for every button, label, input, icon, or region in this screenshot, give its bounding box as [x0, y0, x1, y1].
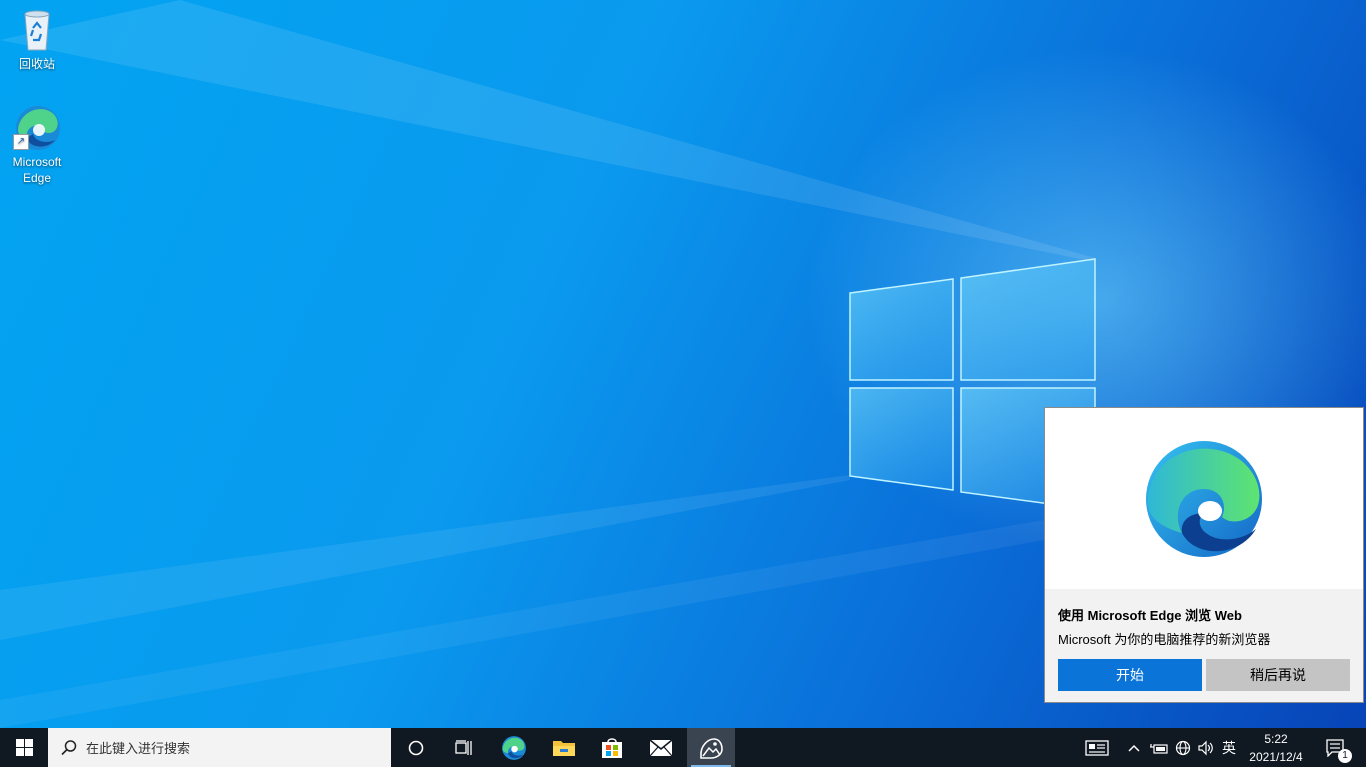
tray-clock[interactable]: 5:22 2021/12/4: [1240, 730, 1312, 766]
cortana-icon: [408, 740, 424, 755]
store-icon: [602, 737, 622, 758]
notification-count-badge: 1: [1338, 749, 1352, 763]
toast-subtitle: Microsoft 为你的电脑推荐的新浏览器: [1058, 632, 1271, 647]
taskbar: 在此键入进行搜索 英 5:22 2021/12/4 1: [0, 728, 1366, 767]
desktop-icon-label: Microsoft Edge: [12, 155, 62, 185]
later-button[interactable]: 稍后再说: [1206, 659, 1350, 691]
task-view-icon: [455, 739, 472, 755]
start-icon: [15, 739, 33, 756]
tray-power[interactable]: [1148, 728, 1170, 767]
edge-icon: [502, 735, 526, 760]
file-explorer-icon: [553, 740, 575, 756]
network-globe-icon: [1175, 740, 1191, 755]
tray-volume[interactable]: [1195, 728, 1217, 767]
action-center-button[interactable]: 1: [1318, 728, 1354, 767]
photos-icon: [700, 737, 723, 759]
tray-overflow[interactable]: [1124, 728, 1144, 767]
volume-icon: [1198, 740, 1213, 755]
desktop-icon-edge[interactable]: ↗ Microsoft Edge: [0, 104, 74, 186]
taskbar-search[interactable]: 在此键入进行搜索: [48, 728, 391, 767]
taskbar-photos[interactable]: [687, 728, 735, 767]
desktop-icon-recycle-bin[interactable]: 回收站: [0, 6, 74, 72]
edge-icon: ↗: [13, 104, 61, 152]
toast-title: 使用 Microsoft Edge 浏览 Web: [1058, 608, 1242, 623]
edge-promo-toast[interactable]: 使用 Microsoft Edge 浏览 Web Microsoft 为你的电脑…: [1044, 407, 1364, 703]
start-button[interactable]: [0, 728, 48, 767]
clock-date: 2021/12/4: [1249, 750, 1303, 764]
recycle-bin-icon: [13, 6, 61, 54]
power-icon: [1150, 743, 1168, 754]
toast-hero: [1045, 408, 1363, 589]
cortana-button[interactable]: [393, 728, 439, 767]
chevron-up-icon: [1128, 744, 1140, 752]
shortcut-arrow-icon: ↗: [13, 134, 29, 150]
search-placeholder: 在此键入进行搜索: [86, 741, 191, 756]
desktop-icon-label: 回收站: [18, 57, 55, 71]
clock-time: 5:22: [1264, 732, 1288, 746]
task-view-button[interactable]: [441, 728, 487, 767]
ime-indicator[interactable]: 英: [1218, 728, 1240, 767]
news-icon: [1085, 739, 1109, 756]
tray-news[interactable]: [1082, 728, 1112, 767]
edge-logo-icon: [1146, 440, 1262, 557]
search-icon: [61, 739, 77, 755]
taskbar-file-explorer[interactable]: [541, 728, 587, 767]
tray-network[interactable]: [1172, 728, 1194, 767]
start-button[interactable]: 开始: [1058, 659, 1202, 691]
mail-icon: [649, 738, 673, 756]
taskbar-store[interactable]: [589, 728, 635, 767]
taskbar-mail[interactable]: [638, 728, 684, 767]
taskbar-edge[interactable]: [491, 728, 537, 767]
